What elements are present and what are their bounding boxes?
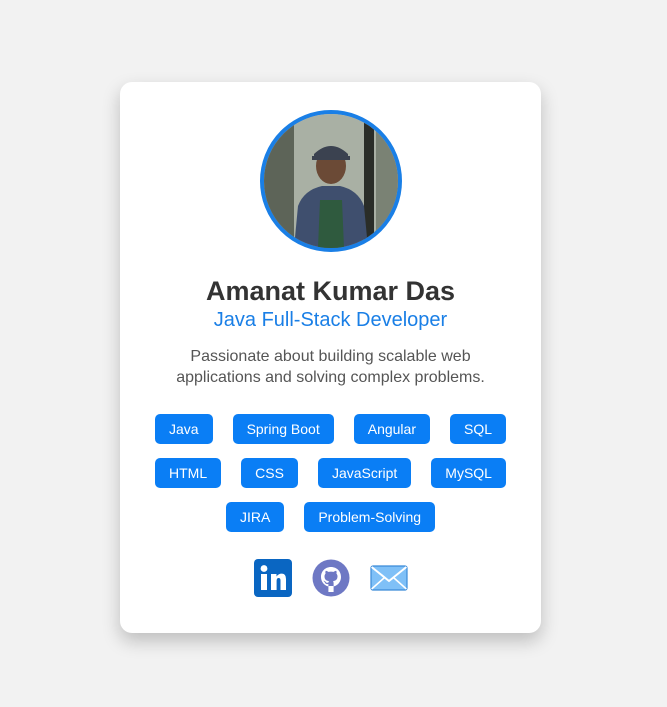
linkedin-link[interactable] <box>253 559 292 597</box>
skill-chip: SQL <box>450 414 507 444</box>
profile-role: Java Full-Stack Developer <box>213 309 448 331</box>
skill-chip: Problem-Solving <box>304 502 436 532</box>
skill-chip: CSS <box>241 458 298 488</box>
github-icon[interactable] <box>312 559 350 597</box>
skills-list: Java Spring Boot Angular SQL HTML CSS Ja… <box>138 414 523 532</box>
profile-name: Amanat Kumar Das <box>205 276 456 306</box>
linkedin-icon[interactable] <box>253 559 292 597</box>
profile-photo <box>264 114 398 248</box>
profile-bio: Passionate about building scalable web a… <box>176 348 485 386</box>
skill-chip: Angular <box>353 414 430 444</box>
email-icon[interactable] <box>369 559 408 597</box>
skill-chip: Java <box>154 414 213 444</box>
skill-chip: JIRA <box>225 502 285 532</box>
skill-chip: HTML <box>155 458 222 488</box>
skill-chip: MySQL <box>431 458 506 488</box>
avatar <box>260 110 402 252</box>
profile-card: Amanat Kumar Das Java Full-Stack Develop… <box>120 82 541 633</box>
email-link[interactable] <box>369 559 408 597</box>
skill-chip: Spring Boot <box>232 414 334 444</box>
skill-chip: JavaScript <box>317 458 412 488</box>
social-links <box>120 559 541 597</box>
github-link[interactable] <box>312 559 350 597</box>
